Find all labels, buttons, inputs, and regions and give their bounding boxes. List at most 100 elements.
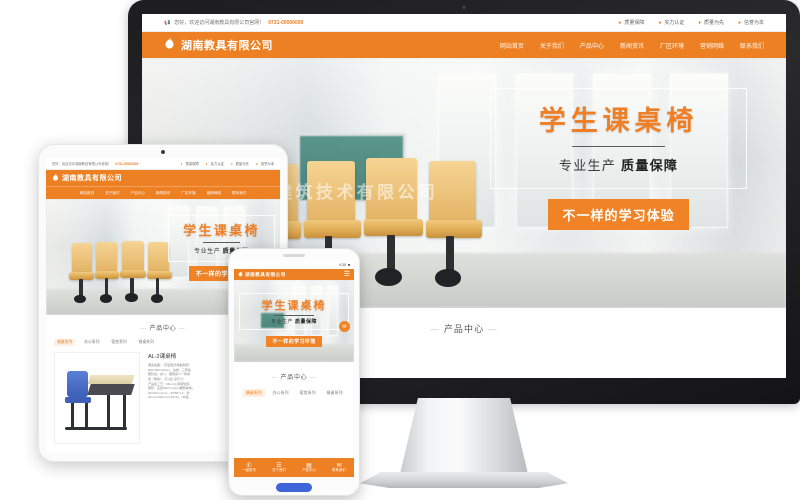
nav-secondary: 网站首页 关于我们 产品中心 新闻资讯 厂区环境 营销网络 联系我们 xyxy=(46,186,280,199)
topbar-feature-label: 信誉为本 xyxy=(260,162,274,166)
nav-item-products[interactable]: 产品中心 xyxy=(580,41,604,50)
hero-copy: 学生课桌椅 专业生产 质量保障 不一样的学习环境 xyxy=(238,293,350,348)
tabbar-item-products[interactable]: ▤ 产品中心 xyxy=(294,463,324,473)
tabbar-item-contact[interactable]: ✉ 联系我们 xyxy=(324,463,354,473)
category-tab-dining[interactable]: 餐桌系列 xyxy=(324,389,346,397)
hero-divider xyxy=(572,146,665,147)
topbar-feature-label: 信誉为本 xyxy=(743,20,764,26)
products-title: — 产品中心 — xyxy=(240,372,348,381)
hamburger-menu-icon[interactable]: ☰ xyxy=(344,271,350,278)
category-tab-desks[interactable]: 课桌系列 xyxy=(242,389,265,397)
brand[interactable]: 湖南教具有限公司 xyxy=(52,173,122,184)
topbar-feature: ● 质量保障 xyxy=(618,19,644,27)
mobile-header: 湖南教具有限公司 ☰ xyxy=(234,269,354,280)
topbar-phone: 0731-00000000 xyxy=(268,19,304,26)
topbar-feature: ♦ 质量为先 xyxy=(698,19,724,27)
nav-item-news[interactable]: 新闻资讯 xyxy=(620,41,644,50)
category-tab-office[interactable]: 办公系列 xyxy=(81,339,102,346)
medal-icon: ● xyxy=(658,19,662,26)
shield-icon: ● xyxy=(618,19,622,26)
tabbar-label: 产品中心 xyxy=(302,467,316,472)
chat-float-icon[interactable]: ✉ xyxy=(339,321,350,332)
nav-item-network[interactable]: 营销网络 xyxy=(700,41,724,50)
category-tab-dining[interactable]: 餐桌系列 xyxy=(136,339,157,346)
topbar-features: ● 质量保障 ● 实力认证 ♦ 质量为先 ● 信誉为本 xyxy=(180,161,274,167)
hero-copy: 学生课桌椅 专业生产 质量保障 不一样的学习体验 xyxy=(489,88,748,230)
speaker-grille xyxy=(283,254,305,257)
navbar: 湖南教具有限公司 xyxy=(46,170,280,186)
topbar-feature-label: 质量为先 xyxy=(703,20,724,26)
status-time: 4:30 xyxy=(338,263,346,267)
shield-icon: ● xyxy=(180,161,183,166)
mobile-tabbar: ✆ 一键拨号 ☰ 关于我们 ▤ 产品中心 ✉ 联系我们 xyxy=(234,458,354,477)
webcam-icon xyxy=(462,6,466,9)
title-dash-left: — xyxy=(271,375,279,381)
topbar-feature: ● 实力认证 xyxy=(658,19,685,27)
hero-frame: 学生课桌椅 专业生产 质量保障 xyxy=(489,88,748,189)
hero-cta-button[interactable]: 不一样的学习体验 xyxy=(548,199,689,230)
hero-headline: 学生课桌椅 xyxy=(261,300,327,313)
tabbar-item-call[interactable]: ✆ 一键拨号 xyxy=(234,463,264,473)
hero-divider xyxy=(202,242,241,244)
nav-item-about[interactable]: 关于我们 xyxy=(540,41,564,50)
products-title-text: 产品中心 xyxy=(149,326,177,332)
mobile-phone: 4:30 ■ 湖南教具有限公司 ☰ 学生课桌椅 专业生产 质量保障 不一样的学习… xyxy=(228,248,360,496)
products-title-text: 产品中心 xyxy=(280,375,308,381)
screenshot-stage: 📢 您好，欢迎访问湖南教具有限公司官网！ 0731-00000000 ● 质量保… xyxy=(0,0,800,500)
topbar-phone: 0731-00000000 xyxy=(115,161,139,166)
topbar-feature: ● 信誉为本 xyxy=(737,19,764,27)
topbar-welcome: 您好，欢迎访问湖南教具有限公司官网！ 0731-00000000 xyxy=(52,161,139,167)
nav-item-about[interactable]: 关于我们 xyxy=(105,191,119,196)
nav-item-factory[interactable]: 厂区环境 xyxy=(660,41,684,50)
trophy-icon: ● xyxy=(737,19,741,26)
trophy-icon: ● xyxy=(255,161,258,166)
topbar-welcome: 📢 您好，欢迎访问湖南教具有限公司官网！ 0731-00000000 xyxy=(164,19,304,27)
nav-item-contact[interactable]: 联系我们 xyxy=(740,41,764,50)
brand[interactable]: 湖南教具有限公司 xyxy=(238,271,286,278)
diamond-icon: ♦ xyxy=(698,19,701,26)
category-tab-office[interactable]: 办公系列 xyxy=(270,389,292,397)
hero-frame: 学生课桌椅 专业生产 质量保障 xyxy=(238,293,350,331)
product-image[interactable] xyxy=(54,352,140,444)
nav-item-home[interactable]: 网站首页 xyxy=(500,41,524,50)
tabbar-label: 联系我们 xyxy=(332,467,346,472)
topbar-feature-label: 实力认证 xyxy=(210,162,224,166)
category-tab-dorm[interactable]: 宿舍系列 xyxy=(108,339,129,346)
hero-headline: 学生课桌椅 xyxy=(183,223,260,239)
title-dash-right: — xyxy=(487,324,498,334)
hero-subline-a: 专业生产 xyxy=(271,319,294,326)
category-tab-dorm[interactable]: 宿舍系列 xyxy=(297,389,319,397)
phone-screen: 4:30 ■ 湖南教具有限公司 ☰ 学生课桌椅 专业生产 质量保障 不一样的学习… xyxy=(234,261,354,477)
topbar-feature: ♦ 质量为先 xyxy=(231,161,249,167)
hero-headline: 学生课桌椅 xyxy=(538,106,699,136)
title-dash-right: — xyxy=(309,375,317,381)
category-tab-desks[interactable]: 课桌系列 xyxy=(54,339,76,346)
topbar-feature: ● 质量保障 xyxy=(180,161,199,167)
front-camera-icon xyxy=(161,150,165,154)
nav-item-news[interactable]: 新闻资讯 xyxy=(156,191,170,196)
battery-icon: ■ xyxy=(347,263,350,267)
navbar: 湖南教具有限公司 网站首页 关于我们 产品中心 新闻资讯 厂区环境 营销网络 联… xyxy=(142,32,786,58)
medal-icon: ● xyxy=(205,161,208,166)
hero-subline-b: 质量保障 xyxy=(621,158,679,173)
nav-item-products[interactable]: 产品中心 xyxy=(130,191,144,196)
brand[interactable]: 湖南教具有限公司 xyxy=(164,37,273,53)
topbar-feature-label: 实力认证 xyxy=(664,20,685,26)
hero-subline: 专业生产 质量保障 xyxy=(242,318,346,325)
nav-item-home[interactable]: 网站首页 xyxy=(80,191,94,196)
nav-item-factory[interactable]: 厂区环境 xyxy=(181,191,195,196)
monitor-stand-neck xyxy=(400,398,528,474)
nav-item-network[interactable]: 营销网络 xyxy=(207,191,221,196)
topbar: 📢 您好，欢迎访问湖南教具有限公司官网！ 0731-00000000 ● 质量保… xyxy=(142,14,786,32)
brand-name: 湖南教具有限公司 xyxy=(181,40,273,52)
nav-item-contact[interactable]: 联系我们 xyxy=(232,191,246,196)
topbar-welcome-text: 您好，欢迎访问湖南教具有限公司官网！ xyxy=(52,162,112,166)
main-nav: 网站首页 关于我们 产品中心 新闻资讯 厂区环境 营销网络 联系我们 xyxy=(500,41,764,50)
website-mobile: 4:30 ■ 湖南教具有限公司 ☰ 学生课桌椅 专业生产 质量保障 不一样的学习… xyxy=(234,261,354,477)
hero-cta-button[interactable]: 不一样的学习环境 xyxy=(266,336,322,348)
tabbar-item-about[interactable]: ☰ 关于我们 xyxy=(264,463,294,473)
brand-name: 湖南教具有限公司 xyxy=(245,271,286,277)
home-indicator xyxy=(276,483,312,492)
topbar-feature-label: 质量保障 xyxy=(185,162,199,166)
title-dash-left: — xyxy=(140,326,148,332)
